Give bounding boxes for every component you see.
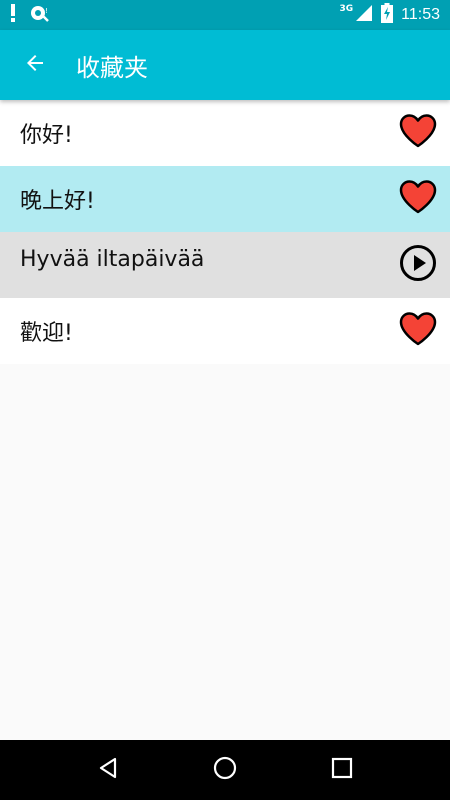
play-icon [399,244,437,286]
heart-icon [399,114,437,152]
app-bar: 收藏夹 [0,30,450,100]
home-circle-icon [212,755,238,785]
heart-icon [399,312,437,350]
back-button[interactable] [13,43,57,87]
list-item[interactable]: 你好! [0,100,450,166]
arrow-back-icon [23,51,47,79]
list-item[interactable]: 歡迎! [0,298,450,364]
back-triangle-icon [96,756,120,784]
system-nav-bar [0,740,450,800]
nav-home-button[interactable] [201,746,249,794]
list-item-text: 晚上好! [20,189,95,214]
page-title: 收藏夹 [76,53,148,82]
recents-square-icon [330,756,354,784]
favorite-toggle[interactable] [398,311,438,351]
network-type-label: 3G [339,4,354,14]
favorites-list: 你好! 晚上好! Hyvää iltapäivää 歡迎! [0,100,450,364]
svg-text:!: ! [45,7,48,15]
list-item-text: 歡迎! [20,321,73,346]
list-item[interactable]: Hyvää iltapäivää [0,232,450,298]
list-item-text: 你好! [20,123,73,148]
play-button[interactable] [398,245,438,285]
heart-icon [399,180,437,218]
list-item[interactable]: 晚上好! [0,166,450,232]
status-bar: ! 3G 11:53 [0,0,450,30]
favorite-toggle[interactable] [398,179,438,219]
favorite-toggle[interactable] [398,113,438,153]
battery-charging-icon [381,3,394,27]
status-time: 11:53 [401,6,440,23]
nav-back-button[interactable] [84,746,132,794]
signal-icon [355,4,373,26]
list-item-text: Hyvää iltapäivää [20,246,205,272]
notification-alert-icon [10,4,16,26]
nav-recents-button[interactable] [318,746,366,794]
sync-icon: ! [30,4,50,26]
